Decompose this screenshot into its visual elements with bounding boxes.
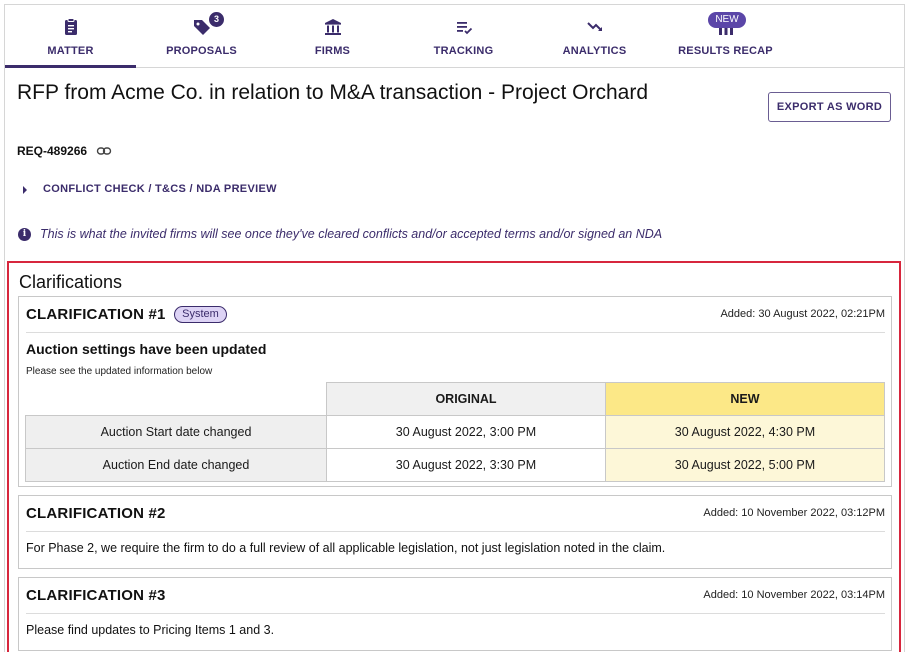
link-icon[interactable] [96, 144, 112, 158]
clarification-title: CLARIFICATION #3 [26, 587, 166, 604]
table-row: Auction End date changed 30 August 2022,… [25, 448, 885, 482]
clarification-title: CLARIFICATION #1 [26, 306, 166, 323]
info-icon: i [18, 228, 31, 241]
new-badge: NEW [708, 12, 746, 28]
proposals-count-badge: 3 [209, 12, 224, 27]
tab-label: RESULTS RECAP [678, 45, 773, 57]
page-title: RFP from Acme Co. in relation to M&A tra… [17, 81, 649, 104]
clarification-body: For Phase 2, we require the firm to do a… [26, 541, 666, 555]
list-check-icon [456, 22, 472, 35]
changes-table: ORIGINAL NEW Auction Start date changed … [25, 382, 885, 482]
clarification-subtitle: Auction settings have been updated [26, 341, 267, 357]
request-id: REQ-489266 [17, 144, 88, 158]
row-label: Auction End date changed [25, 448, 327, 482]
tab-tracking[interactable]: TRACKING [398, 5, 529, 68]
tab-results-recap[interactable]: NEW RESULTS RECAP [660, 5, 791, 68]
bank-icon [324, 19, 341, 35]
tab-label: FIRMS [314, 45, 351, 57]
original-value: 30 August 2022, 3:30 PM [326, 448, 606, 482]
tab-proposals[interactable]: 3 PROPOSALS [136, 5, 267, 68]
tab-matter[interactable]: MATTER [5, 5, 136, 68]
clarification-card: CLARIFICATION #2 Added: 10 November 2022… [18, 495, 892, 569]
export-as-word-button[interactable]: EXPORT AS WORD [768, 92, 891, 122]
divider [26, 613, 885, 614]
tab-label: PROPOSALS [166, 45, 237, 57]
table-row: Auction Start date changed 30 August 202… [25, 415, 885, 449]
table-header-original: ORIGINAL [326, 382, 606, 416]
clipboard-icon [64, 18, 77, 35]
clarification-card: CLARIFICATION #3 Added: 10 November 2022… [18, 577, 892, 651]
app-frame: MATTER 3 PROPOSALS FIRMS TRACKING ANALYT… [4, 4, 905, 652]
info-text: This is what the invited firms will see … [40, 227, 663, 241]
trend-down-icon [586, 22, 602, 31]
clarification-note: Please see the updated information below [26, 366, 213, 377]
added-timestamp: Added: 10 November 2022, 03:12PM [703, 507, 885, 519]
tab-label: ANALYTICS [562, 45, 627, 57]
divider [26, 531, 885, 532]
added-timestamp: Added: 10 November 2022, 03:14PM [703, 589, 885, 601]
divider [26, 332, 885, 333]
table-header-empty [25, 382, 327, 416]
tab-bar: MATTER 3 PROPOSALS FIRMS TRACKING ANALYT… [5, 5, 904, 68]
tab-analytics[interactable]: ANALYTICS [529, 5, 660, 68]
clarifications-heading: Clarifications [19, 272, 123, 292]
table-header-new: NEW [605, 382, 885, 416]
tab-label: MATTER [47, 45, 94, 57]
original-value: 30 August 2022, 3:00 PM [326, 415, 606, 449]
clarifications-section: Clarifications CLARIFICATION #1 System A… [7, 261, 901, 652]
clarification-card: CLARIFICATION #1 System Added: 30 August… [18, 296, 892, 487]
clarification-title: CLARIFICATION #2 [26, 505, 166, 522]
caret-right-icon [23, 186, 27, 194]
tab-label: TRACKING [433, 45, 494, 57]
system-badge: System [174, 306, 227, 323]
new-value: 30 August 2022, 5:00 PM [605, 448, 885, 482]
tab-firms[interactable]: FIRMS [267, 5, 398, 68]
row-label: Auction Start date changed [25, 415, 327, 449]
added-timestamp: Added: 30 August 2022, 02:21PM [720, 308, 885, 320]
conflict-check-label: CONFLICT CHECK / T&CS / NDA PREVIEW [43, 183, 277, 195]
clarification-body: Please find updates to Pricing Items 1 a… [26, 623, 275, 637]
new-value: 30 August 2022, 4:30 PM [605, 415, 885, 449]
